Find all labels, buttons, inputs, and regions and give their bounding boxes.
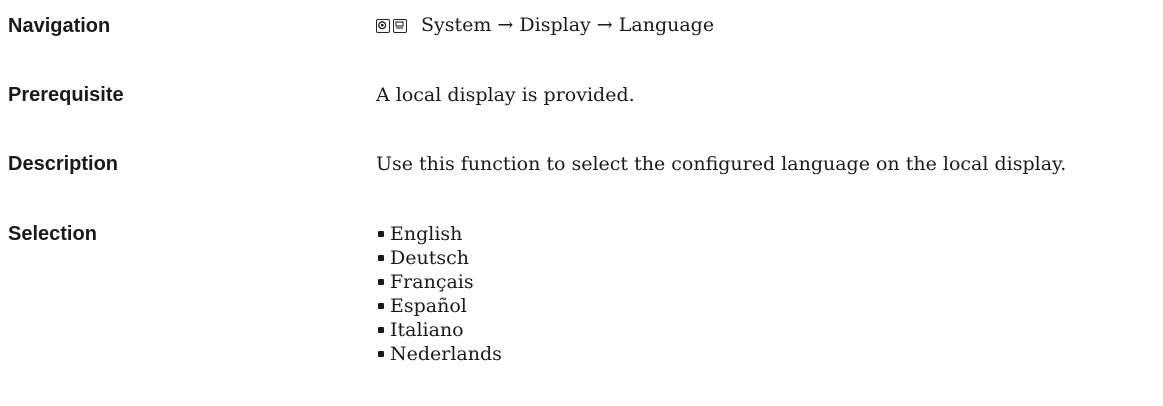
selection-list: English Deutsch Français Español Italian… [376,222,502,366]
list-item: English [376,222,502,246]
selection-option: English [390,223,463,245]
list-item: Français [376,270,502,294]
selection-label: Selection [8,223,97,245]
bullet-icon [378,279,384,285]
selection-option: Nederlands [390,343,502,365]
bullet-icon [378,231,384,237]
display-icon [393,19,407,33]
bullet-icon [378,303,384,309]
description-row: Description Use this function to select … [8,153,1163,176]
navigation-value: System → Display → Language [376,14,714,36]
navigation-row: Navigation System → Display → Language [8,14,1163,38]
navigation-icons [376,19,407,33]
list-item: Italiano [376,318,502,342]
selection-option: Deutsch [390,247,469,269]
selection-option: Français [390,271,474,293]
list-item: Deutsch [376,246,502,270]
list-item: Nederlands [376,342,502,366]
bullet-icon [378,351,384,357]
selection-option: Español [390,295,467,317]
prerequisite-label: Prerequisite [8,84,124,106]
bullet-icon [378,327,384,333]
navigation-label: Navigation [8,15,111,37]
prerequisite-row: Prerequisite A local display is provided… [8,84,1163,107]
prerequisite-text: A local display is provided. [376,84,635,106]
selection-row: Selection English Deutsch Français Españ… [8,222,1163,366]
description-text: Use this function to select the configur… [376,153,1067,175]
list-item: Español [376,294,502,318]
selection-option: Italiano [390,319,464,341]
operating-menu-icon [376,19,390,33]
description-label: Description [8,153,119,175]
navigation-path: System → Display → Language [421,14,715,36]
bullet-icon [378,255,384,261]
